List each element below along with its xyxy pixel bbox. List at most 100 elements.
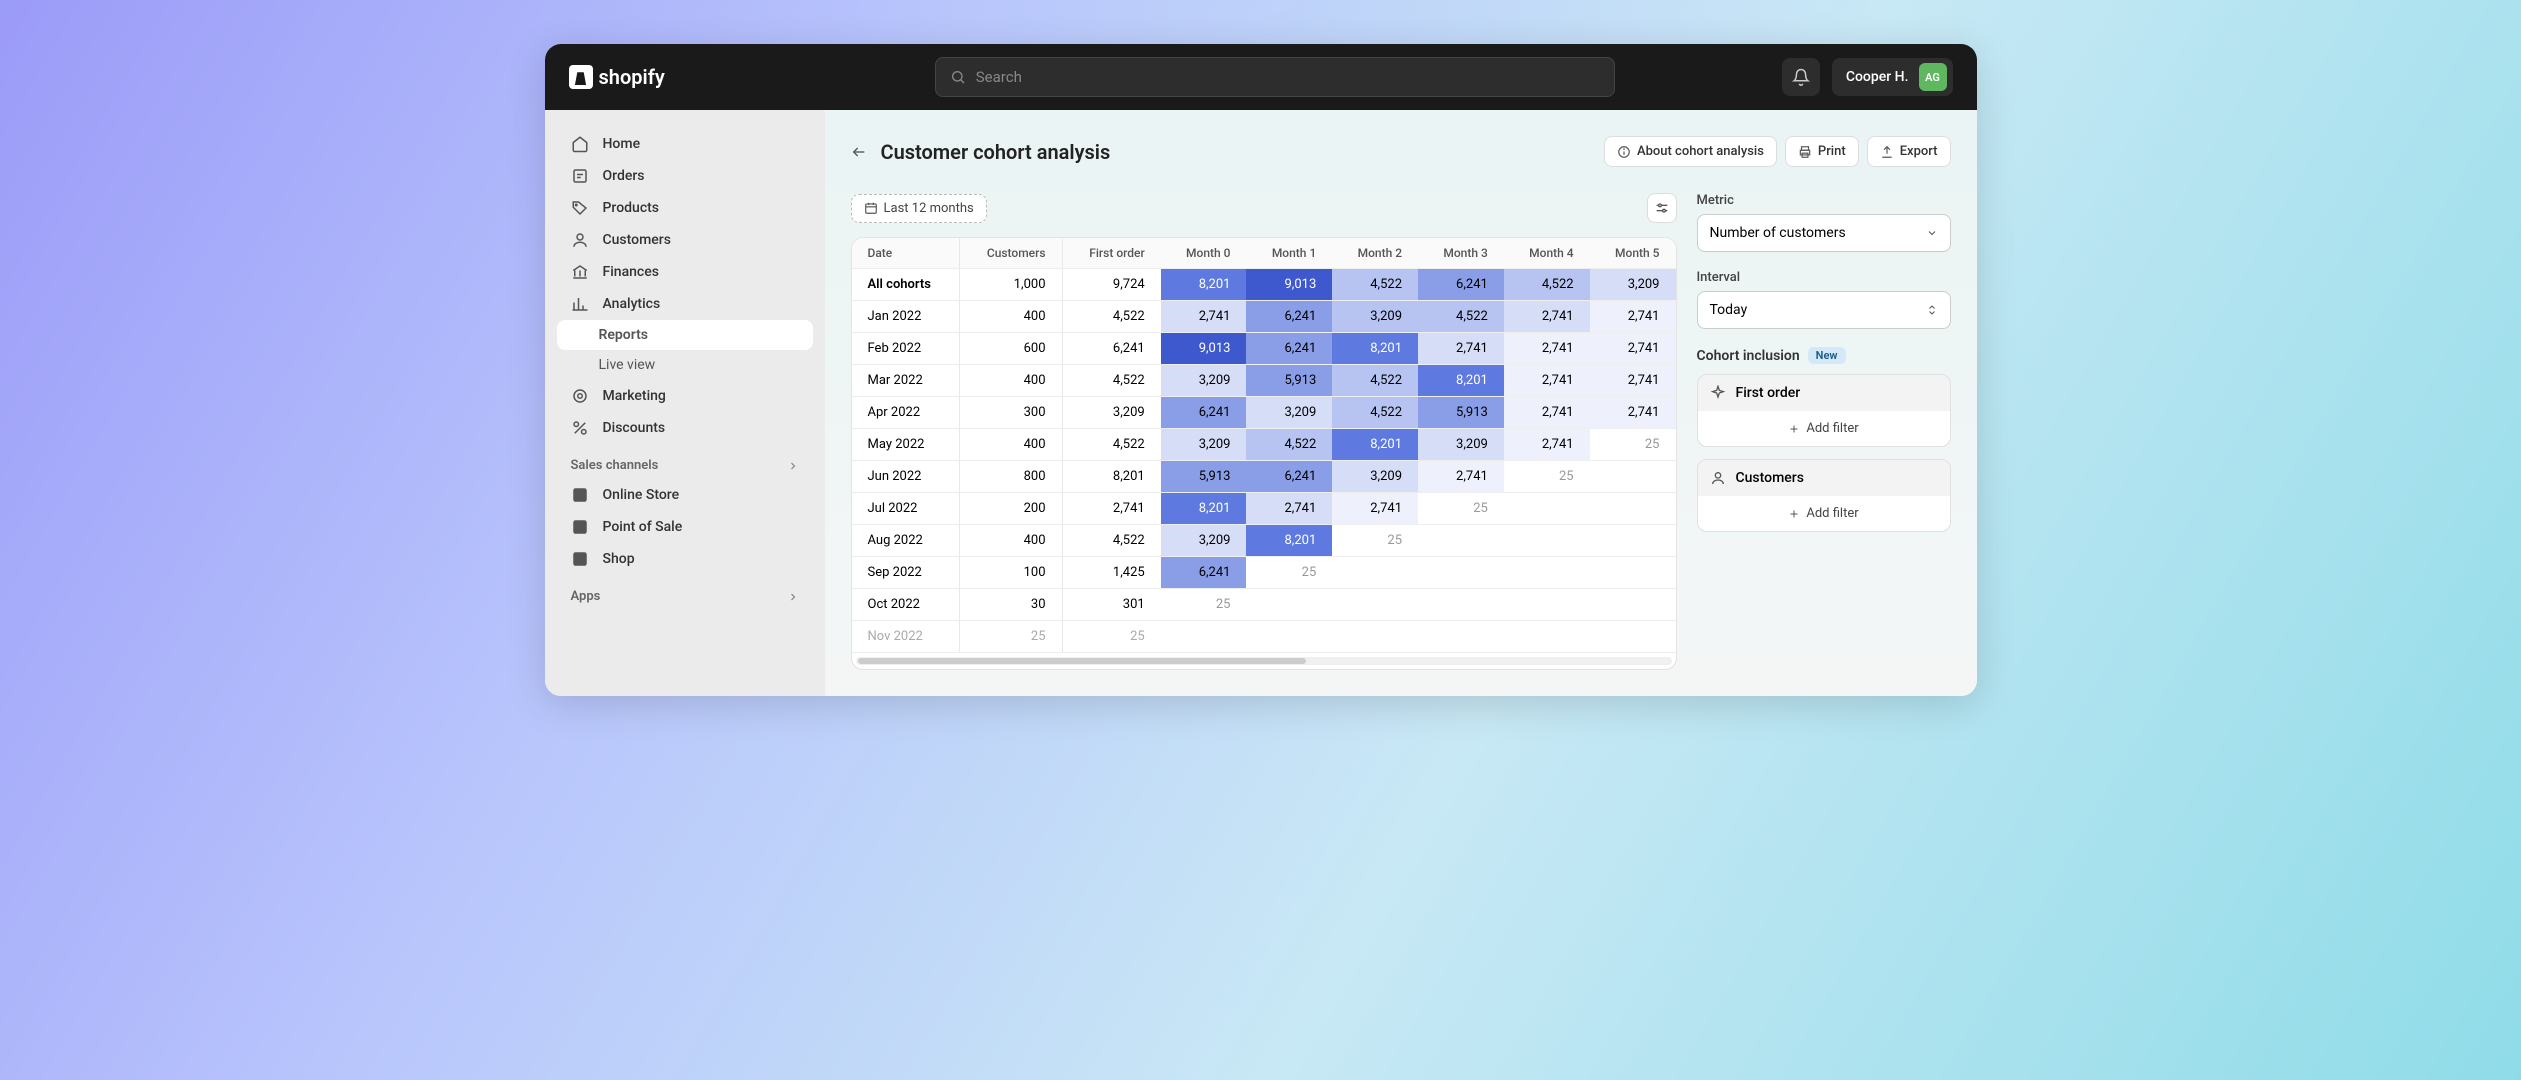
- upload-icon: [1880, 145, 1894, 159]
- search-wrap: Search: [935, 57, 1615, 97]
- person-icon: [571, 231, 589, 249]
- interval-label: Interval: [1697, 270, 1951, 285]
- calendar-icon: [864, 201, 878, 215]
- app-window: shopify Search Cooper H. AG Home Orders …: [545, 44, 1977, 696]
- content-row: Last 12 months DateCustomersFirst orderM…: [851, 193, 1951, 670]
- notifications-button[interactable]: [1782, 58, 1820, 96]
- table-row[interactable]: Jul 20222002,7418,2012,7412,74125: [852, 493, 1676, 525]
- bell-icon: [1792, 68, 1810, 86]
- percent-icon: [571, 419, 589, 437]
- sidebar-item-products[interactable]: Products: [557, 192, 813, 224]
- main-layout: Home Orders Products Customers Finances …: [545, 110, 1977, 696]
- table-row[interactable]: Oct 20223030125: [852, 589, 1676, 621]
- sidebar-section-apps[interactable]: Apps: [557, 575, 813, 610]
- home-icon: [571, 135, 589, 153]
- cohort-table: DateCustomersFirst orderMonth 0Month 1Mo…: [851, 237, 1677, 670]
- search-input[interactable]: Search: [935, 57, 1615, 97]
- sidebar-item-live-view[interactable]: Live view: [557, 350, 813, 380]
- table-row[interactable]: Jun 20228008,2015,9136,2413,2092,74125: [852, 461, 1676, 493]
- export-button[interactable]: Export: [1867, 136, 1951, 167]
- back-button[interactable]: [851, 144, 867, 160]
- chevron-right-icon: [787, 460, 799, 472]
- about-button[interactable]: About cohort analysis: [1604, 136, 1777, 167]
- person-icon: [1710, 470, 1726, 486]
- metric-select[interactable]: Number of customers: [1697, 214, 1951, 252]
- add-filter-first-order[interactable]: Add filter: [1698, 411, 1950, 446]
- sidebar-item-shop[interactable]: Shop: [557, 543, 813, 575]
- table-toolbar: Last 12 months: [851, 193, 1677, 223]
- column-header: Date: [852, 238, 960, 269]
- sidebar-section-sales-channels[interactable]: Sales channels: [557, 444, 813, 479]
- sidebar: Home Orders Products Customers Finances …: [545, 110, 825, 696]
- table-row[interactable]: Mar 20224004,5223,2095,9134,5228,2012,74…: [852, 365, 1676, 397]
- filter-head-first-order: First order: [1698, 375, 1950, 411]
- date-range-button[interactable]: Last 12 months: [851, 194, 987, 223]
- printer-icon: [1798, 145, 1812, 159]
- logo-text: shopify: [599, 65, 665, 89]
- shop-icon: [571, 550, 589, 568]
- top-bar: shopify Search Cooper H. AG: [545, 44, 1977, 110]
- print-button[interactable]: Print: [1785, 136, 1859, 167]
- search-icon: [950, 69, 966, 85]
- table-row[interactable]: Aug 20224004,5223,2098,20125: [852, 525, 1676, 557]
- column-header: Month 2: [1332, 238, 1418, 269]
- top-right: Cooper H. AG: [1782, 58, 1953, 96]
- table-row[interactable]: Nov 20222525: [852, 621, 1676, 653]
- column-header: Month 0: [1161, 238, 1247, 269]
- page-header: Customer cohort analysis About cohort an…: [851, 136, 1951, 167]
- pos-icon: [571, 518, 589, 536]
- sidebar-item-orders[interactable]: Orders: [557, 160, 813, 192]
- logo-mark-icon: [569, 65, 593, 89]
- sidebar-item-analytics[interactable]: Analytics: [557, 288, 813, 320]
- column-header: Month 1: [1246, 238, 1332, 269]
- tag-icon: [571, 199, 589, 217]
- sidebar-item-reports[interactable]: Reports: [557, 320, 813, 350]
- chevron-down-icon: [1926, 227, 1938, 239]
- cohort-inclusion-title: Cohort inclusionNew: [1697, 347, 1951, 364]
- filter-card-first-order: First order Add filter: [1697, 374, 1951, 447]
- filter-head-customers: Customers: [1698, 460, 1950, 496]
- page-title: Customer cohort analysis: [881, 140, 1111, 164]
- user-menu-button[interactable]: Cooper H. AG: [1832, 58, 1953, 96]
- table-panel: Last 12 months DateCustomersFirst orderM…: [851, 193, 1677, 670]
- orders-icon: [571, 167, 589, 185]
- filter-card-customers: Customers Add filter: [1697, 459, 1951, 532]
- table-scroll[interactable]: DateCustomersFirst orderMonth 0Month 1Mo…: [852, 238, 1676, 653]
- arrow-left-icon: [851, 144, 867, 160]
- interval-select[interactable]: Today: [1697, 291, 1951, 329]
- table-row[interactable]: Apr 20223003,2096,2413,2094,5225,9132,74…: [852, 397, 1676, 429]
- header-actions: About cohort analysis Print Export: [1604, 136, 1951, 167]
- sparkle-icon: [1710, 385, 1726, 401]
- table-row[interactable]: Jan 20224004,5222,7416,2413,2094,5222,74…: [852, 301, 1676, 333]
- info-icon: [1617, 145, 1631, 159]
- column-header: Month 5: [1590, 238, 1676, 269]
- right-panel: Metric Number of customers Interval Toda…: [1697, 193, 1951, 670]
- new-badge: New: [1808, 347, 1846, 364]
- sidebar-item-home[interactable]: Home: [557, 128, 813, 160]
- target-icon: [571, 387, 589, 405]
- plus-icon: [1788, 423, 1800, 435]
- store-icon: [571, 486, 589, 504]
- column-header: Customers: [959, 238, 1062, 269]
- horizontal-scrollbar[interactable]: [856, 657, 1672, 665]
- add-filter-customers[interactable]: Add filter: [1698, 496, 1950, 531]
- content: Customer cohort analysis About cohort an…: [825, 110, 1977, 696]
- sliders-icon: [1654, 200, 1670, 216]
- table-settings-button[interactable]: [1647, 193, 1677, 223]
- table-row[interactable]: Feb 20226006,2419,0136,2418,2012,7412,74…: [852, 333, 1676, 365]
- sidebar-item-finances[interactable]: Finances: [557, 256, 813, 288]
- column-header: First order: [1062, 238, 1161, 269]
- sidebar-item-online-store[interactable]: Online Store: [557, 479, 813, 511]
- table-row[interactable]: May 20224004,5223,2094,5228,2013,2092,74…: [852, 429, 1676, 461]
- chevron-right-icon: [787, 591, 799, 603]
- column-header: Month 3: [1418, 238, 1504, 269]
- sidebar-item-pos[interactable]: Point of Sale: [557, 511, 813, 543]
- table-row[interactable]: Sep 20221001,4256,24125: [852, 557, 1676, 589]
- column-header: Month 4: [1504, 238, 1590, 269]
- table-row[interactable]: All cohorts1,0009,7248,2019,0134,5226,24…: [852, 269, 1676, 301]
- sidebar-item-customers[interactable]: Customers: [557, 224, 813, 256]
- sidebar-item-marketing[interactable]: Marketing: [557, 380, 813, 412]
- metric-label: Metric: [1697, 193, 1951, 208]
- plus-icon: [1788, 508, 1800, 520]
- sidebar-item-discounts[interactable]: Discounts: [557, 412, 813, 444]
